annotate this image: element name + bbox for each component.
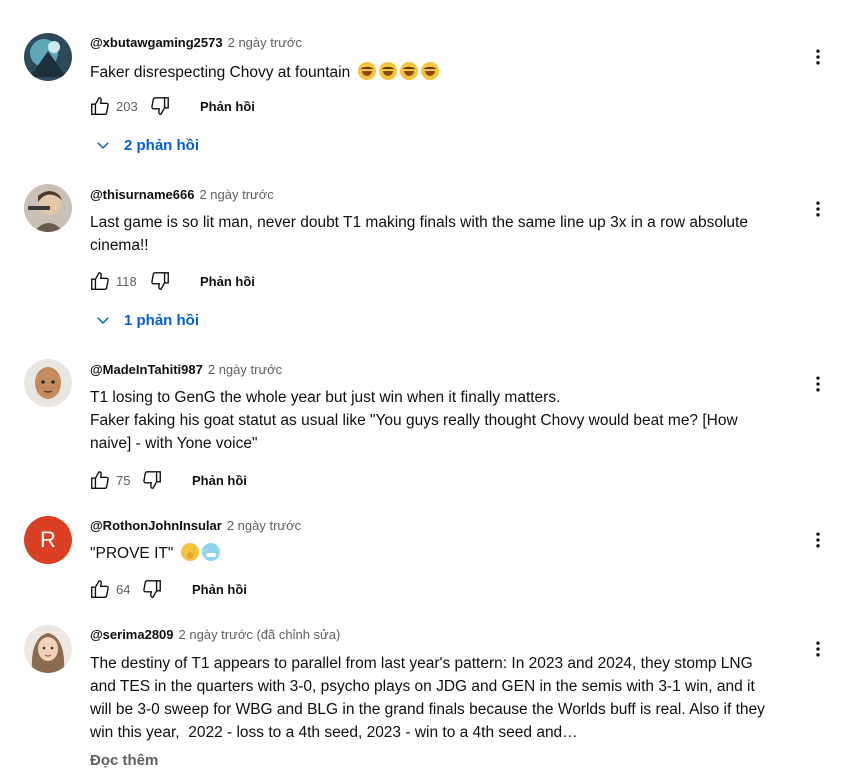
face-with-tears-of-joy-icon <box>357 62 376 80</box>
dislike-icon[interactable] <box>138 466 166 494</box>
more-vert-icon[interactable] <box>806 528 830 552</box>
comment-time[interactable]: 2 ngày trước <box>208 362 282 377</box>
comment-line: naive] - with Yone voice" <box>90 435 258 452</box>
comment-text: Faker disrespecting Chovy at fountain <box>90 61 800 84</box>
like-count: 118 <box>116 273 137 289</box>
reply-button[interactable]: Phản hồi <box>200 274 255 289</box>
more-vert-icon[interactable] <box>806 45 830 69</box>
comment-time[interactable]: 2 ngày trước <box>227 518 301 533</box>
shushing-face-icon <box>180 543 199 561</box>
like-icon[interactable] <box>86 267 114 295</box>
reply-button[interactable]: Phản hồi <box>192 582 247 597</box>
avatar-letter: R <box>40 527 56 552</box>
chevron-down-icon <box>97 142 109 150</box>
author-name[interactable]: @MadeInTahiti987 <box>90 362 203 377</box>
cold-face-icon <box>201 543 220 561</box>
comment-text: The destiny of T1 appears to parallel fr… <box>90 652 800 744</box>
comment-line: and TES in the quarters with 3-0, psycho… <box>90 678 755 695</box>
view-replies-button[interactable]: 1 phản hồi <box>94 311 199 329</box>
author-name[interactable]: @serima2809 <box>90 627 174 642</box>
comment-time[interactable]: 2 ngày trước <box>228 35 302 50</box>
more-vert-icon[interactable] <box>806 637 830 661</box>
avatar[interactable] <box>24 184 72 232</box>
reply-button[interactable]: Phản hồi <box>200 99 255 114</box>
comment-line: "PROVE IT" <box>90 542 800 565</box>
comment-actions: 64 Phản hồi <box>86 575 247 603</box>
chevron-down-icon <box>97 317 109 325</box>
comment-header: @MadeInTahiti987 2 ngày trước <box>90 362 282 377</box>
view-replies-button[interactable]: 2 phản hồi <box>94 136 199 154</box>
comment-text: T1 losing to GenG the whole year but jus… <box>90 386 800 455</box>
comment-time[interactable]: 2 ngày trước (đã chỉnh sửa) <box>179 627 341 642</box>
face-with-tears-of-joy-icon <box>378 62 397 80</box>
author-name[interactable]: @thisurname666 <box>90 187 194 202</box>
replies-label: 1 phản hồi <box>124 311 199 329</box>
comment-header: @thisurname666 2 ngày trước <box>90 187 274 202</box>
comment-line: The destiny of T1 appears to parallel fr… <box>90 655 753 672</box>
avatar[interactable] <box>24 33 72 81</box>
author-name[interactable]: @xbutawgaming2573 <box>90 35 223 50</box>
like-icon[interactable] <box>86 92 114 120</box>
like-icon[interactable] <box>86 575 114 603</box>
face-with-tears-of-joy-icon <box>420 62 439 80</box>
comment-actions: 75 Phản hồi <box>86 466 247 494</box>
comment-line: will be 3-0 sweep for WBG and BLG in the… <box>90 701 765 718</box>
reply-button[interactable]: Phản hồi <box>192 473 247 488</box>
comment-text: "PROVE IT" <box>90 542 800 565</box>
comment-line: cinema!! <box>90 237 149 254</box>
face-with-tears-of-joy-icon <box>399 62 418 80</box>
more-vert-icon[interactable] <box>806 372 830 396</box>
author-name[interactable]: @RothonJohnInsular <box>90 518 222 533</box>
dislike-icon[interactable] <box>138 575 166 603</box>
avatar[interactable] <box>24 359 72 407</box>
replies-label: 2 phản hồi <box>124 136 199 154</box>
comment-line: T1 losing to GenG the whole year but jus… <box>90 389 561 406</box>
like-count: 64 <box>116 581 131 597</box>
dislike-icon[interactable] <box>146 92 174 120</box>
comment-text: Last game is so lit man, never doubt T1 … <box>90 211 800 257</box>
like-count: 75 <box>116 472 131 488</box>
comment-header: @xbutawgaming2573 2 ngày trước <box>90 35 302 50</box>
comment-time[interactable]: 2 ngày trước <box>199 187 273 202</box>
comment-actions: 203 Phản hồi <box>86 92 255 120</box>
comment-line: Faker disrespecting Chovy at fountain <box>90 61 800 84</box>
comment-actions: 118 Phản hồi <box>86 267 255 295</box>
avatar[interactable]: R <box>24 516 72 564</box>
comment-header: @serima2809 2 ngày trước (đã chỉnh sửa) <box>90 627 340 642</box>
comment-line: Last game is so lit man, never doubt T1 … <box>90 214 748 231</box>
like-count: 203 <box>116 98 138 114</box>
avatar[interactable] <box>24 625 72 673</box>
comment-header: @RothonJohnInsular 2 ngày trước <box>90 518 301 533</box>
comment-line: win this year, 2022 - loss to a 4th seed… <box>90 724 578 741</box>
comment-line: Faker faking his goat statut as usual li… <box>90 412 738 429</box>
more-vert-icon[interactable] <box>806 197 830 221</box>
read-more-button[interactable]: Đọc thêm <box>90 752 158 769</box>
dislike-icon[interactable] <box>146 267 174 295</box>
like-icon[interactable] <box>86 466 114 494</box>
